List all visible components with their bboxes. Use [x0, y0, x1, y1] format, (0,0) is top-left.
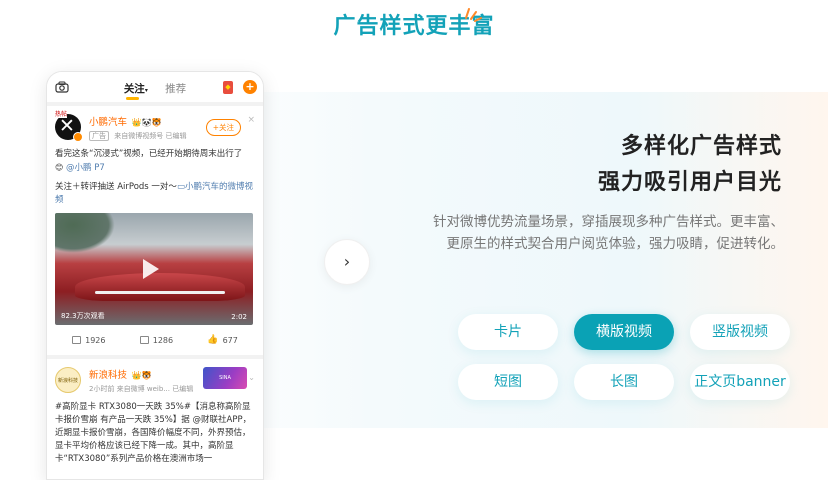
style-option-vertical-video[interactable]: 竖版视频: [690, 314, 790, 350]
post-text-line: 关注＋转评抽送 AirPods 一对～: [55, 182, 177, 192]
emoji-icon: 😊: [55, 163, 64, 172]
post-meta: 2小时前 来自微博 weib... 已编辑: [89, 384, 194, 393]
comment-count: 1286: [152, 335, 174, 345]
phone-mockup: 关注▾ 推荐 ◆ + 热帖 ✕ 小鹏汽车 👑🐼🐯 广告 来自微博视频号 已编辑 …: [46, 71, 264, 480]
user-name[interactable]: 小鹏汽车: [89, 117, 127, 128]
description: 针对微博优势流量场景，穿插展现多种广告样式。更丰富、: [433, 214, 784, 230]
repost-icon: [72, 336, 82, 344]
video-link-icon[interactable]: ▭: [177, 182, 185, 192]
plus-icon[interactable]: +: [243, 80, 257, 94]
banner-thumbnail[interactable]: SINA: [203, 367, 247, 389]
user-badges: 👑🐼🐯: [131, 117, 162, 127]
red-packet-icon[interactable]: ◆: [223, 80, 233, 94]
close-icon[interactable]: ×: [247, 115, 255, 125]
repost-button[interactable]: 1926: [72, 336, 105, 345]
xpeng-logo: ✕: [59, 115, 75, 137]
like-count: 677: [222, 335, 238, 345]
comment-icon: [139, 336, 149, 344]
section-title: 广告样式更丰富: [333, 14, 495, 39]
post-meta: 来自微博视频号 已编辑: [114, 131, 187, 140]
play-icon[interactable]: [143, 259, 159, 279]
tab-follow[interactable]: 关注: [124, 81, 145, 100]
next-button[interactable]: ›: [324, 239, 370, 285]
repost-count: 1926: [85, 335, 106, 345]
sparkle-icon: [465, 8, 482, 22]
follow-button[interactable]: +关注: [205, 119, 241, 136]
style-option-long-image[interactable]: 长图: [574, 364, 674, 400]
post-text-line: 看完这条“沉浸式”视频，已经开始期待周末出行了: [55, 149, 243, 159]
verified-icon: [73, 132, 83, 142]
chevron-down-icon[interactable]: ⌄: [248, 373, 255, 382]
video-duration: 2:02: [231, 313, 247, 321]
headline: 多样化广告样式: [620, 134, 782, 159]
style-option-banner[interactable]: 正文页banner: [690, 364, 790, 400]
post-actions: 1926 1286 👍 677: [55, 325, 255, 355]
style-option-card[interactable]: 卡片: [458, 314, 558, 350]
avatar[interactable]: 新浪科技: [55, 367, 81, 393]
avatar-text: 新浪科技: [58, 378, 79, 384]
post-text: 看完这条“沉浸式”视频，已经开始期待周末出行了 😊 @小鹏 P7 关注＋转评抽送…: [55, 148, 255, 207]
like-button[interactable]: 👍 677: [207, 335, 238, 345]
feed-post-ad[interactable]: 热帖 ✕ 小鹏汽车 👑🐼🐯 广告 来自微博视频号 已编辑 +关注 × 看完这条“…: [47, 106, 263, 355]
post-text: #高阶显卡 RTX3080一天跌 35%#【消息称高阶显卡报价雪崩 有产品一天跌…: [55, 402, 252, 464]
mention-link[interactable]: @小鹏 P7: [66, 163, 105, 173]
avatar[interactable]: 热帖 ✕: [55, 109, 83, 142]
ad-label: 广告: [89, 130, 109, 141]
comment-button[interactable]: 1286: [139, 335, 174, 345]
dropdown-caret-icon[interactable]: ▾: [145, 87, 148, 94]
phone-top-bar: 关注▾ 推荐 ◆ +: [47, 72, 263, 102]
tab-recommend[interactable]: 推荐: [165, 81, 186, 96]
user-badges: 👑🐯: [131, 370, 152, 380]
feed-post[interactable]: 新浪科技 新浪科技 👑🐯 2小时前 来自微博 weib... 已编辑 SINA …: [47, 359, 263, 466]
description: 更原生的样式契合用户阅览体验，强力吸睛，促进转化。: [446, 236, 785, 252]
headline: 强力吸引用户目光: [597, 170, 782, 195]
style-option-short-image[interactable]: 短图: [458, 364, 558, 400]
style-option-horizontal-video[interactable]: 横版视频: [574, 314, 674, 350]
video-player[interactable]: 82.3万次观看 2:02: [55, 213, 253, 325]
view-count: 82.3万次观看: [61, 312, 105, 320]
like-icon: 👍: [207, 335, 219, 345]
user-name[interactable]: 新浪科技: [89, 370, 127, 381]
